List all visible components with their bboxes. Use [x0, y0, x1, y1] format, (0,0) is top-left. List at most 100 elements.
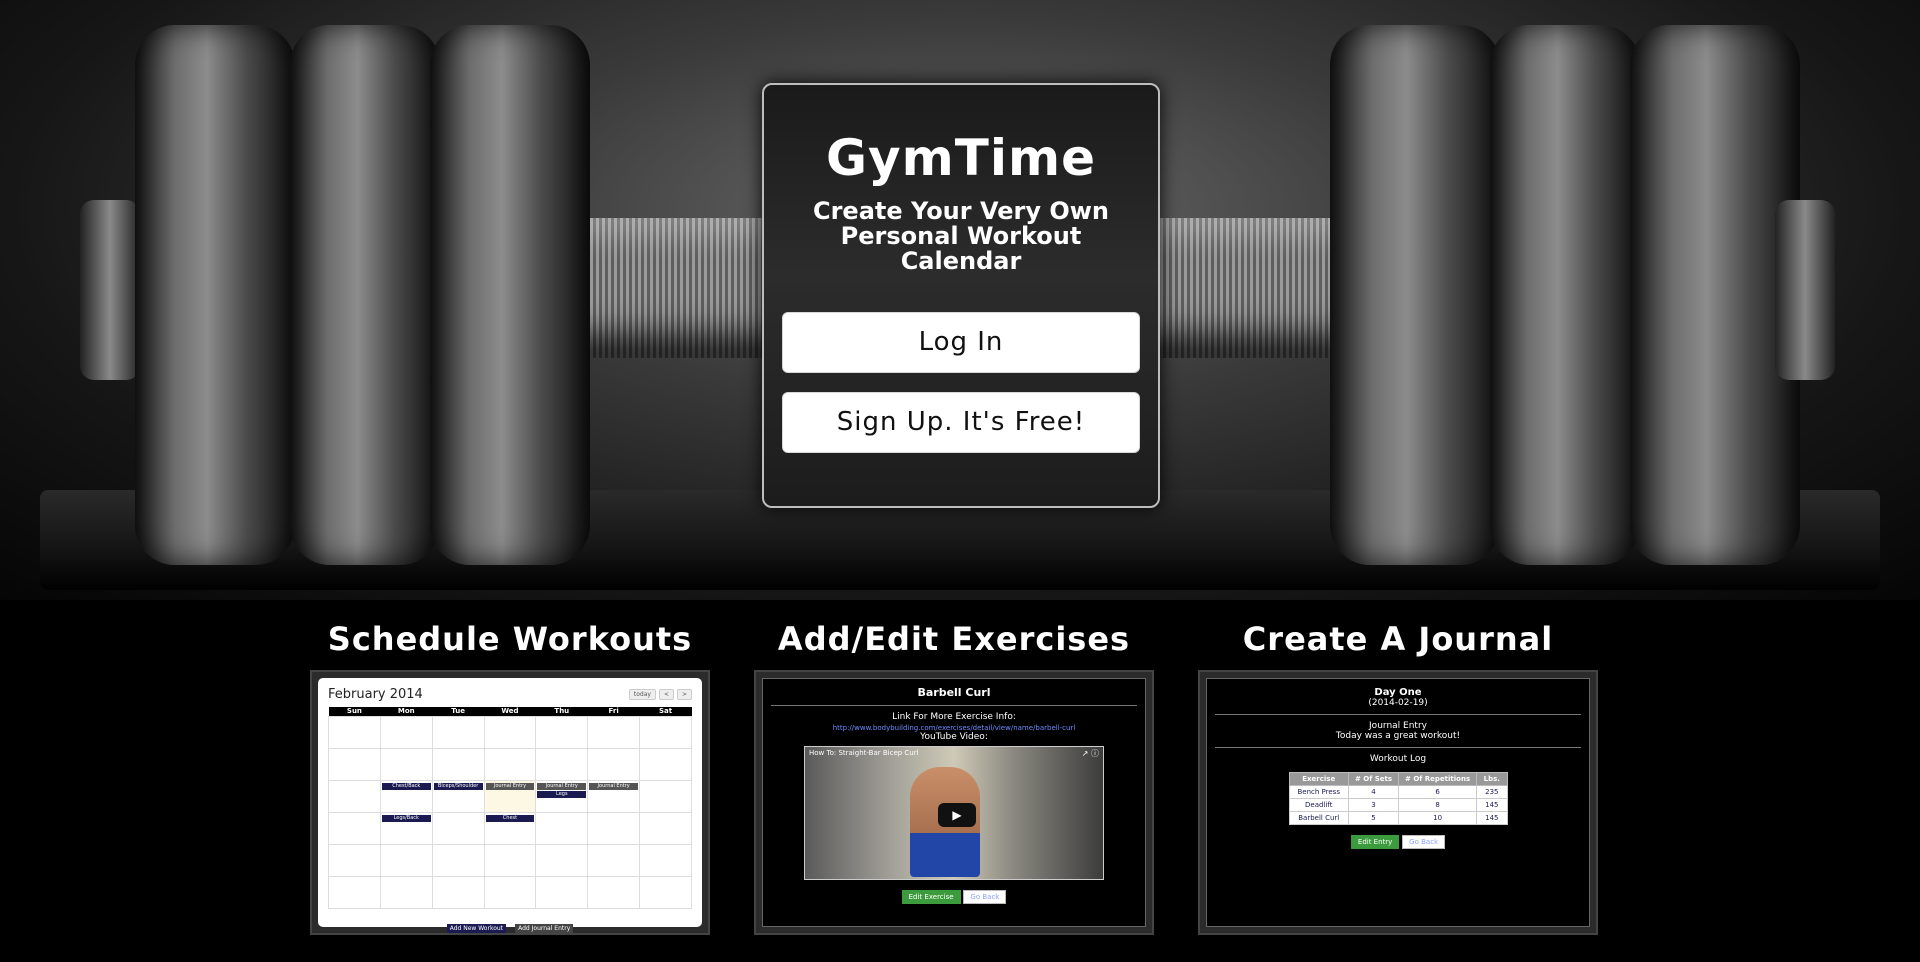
calendar-day: Biceps/Shoulder — [431, 780, 485, 813]
calendar-day: Chest — [483, 812, 537, 845]
weekday-header: Fri — [587, 707, 640, 717]
calendar-month-title: February 2014 — [328, 686, 423, 702]
calendar-day: Journal Entry Legs — [535, 780, 589, 813]
signup-button[interactable]: Sign Up. It's Free! — [782, 392, 1140, 453]
dumbbell-collar-left — [80, 200, 140, 380]
calendar-day — [483, 844, 537, 877]
video-heading: YouTube Video: — [920, 732, 988, 742]
calendar-day — [328, 780, 381, 813]
calendar-day — [639, 876, 692, 909]
calendar-day — [379, 876, 433, 909]
table-cell: 6 — [1398, 785, 1478, 799]
calendar-day — [535, 844, 589, 877]
app-title: GymTime — [826, 129, 1096, 187]
edit-exercise-button: Edit Exercise — [901, 890, 961, 904]
feature-schedule: Schedule Workouts February 2014 today < … — [310, 615, 710, 935]
calendar-day — [535, 812, 589, 845]
calendar-day — [431, 812, 485, 845]
table-row: Barbell Curl 5 10 145 — [1288, 811, 1508, 825]
feature-heading: Schedule Workouts — [327, 620, 693, 658]
table-row: Bench Press 4 6 235 — [1288, 785, 1508, 799]
table-header: # Of Sets — [1347, 772, 1400, 786]
video-player: How To: Straight-Bar Bicep Curl ↗ ⓘ ▶ — [804, 746, 1104, 880]
weight-plate — [290, 25, 440, 565]
calendar-day: Journal Entry — [587, 780, 641, 813]
calendar-day — [328, 812, 381, 845]
exercise-preview: Barbell Curl Link For More Exercise Info… — [762, 678, 1146, 927]
exercise-link: http://www.bodybuilding.com/exercises/de… — [832, 724, 1076, 732]
table-cell: Bench Press — [1288, 785, 1349, 799]
link-heading: Link For More Exercise Info: — [892, 712, 1016, 722]
calendar-event: Journal Entry — [589, 783, 639, 790]
calendar-day — [431, 844, 485, 877]
table-cell: 145 — [1476, 811, 1508, 825]
calendar-day — [431, 876, 485, 909]
feature-heading: Create A Journal — [1242, 620, 1554, 658]
calendar-day — [328, 748, 381, 781]
table-cell: 145 — [1476, 798, 1508, 812]
calendar-event: Journal Entry — [537, 783, 587, 790]
calendar-day — [535, 716, 589, 749]
calendar-day — [431, 716, 485, 749]
weekday-header: Sun — [328, 707, 381, 717]
calendar-day: Journal Entry — [483, 780, 537, 813]
calendar-day — [639, 812, 692, 845]
video-title: How To: Straight-Bar Bicep Curl — [809, 749, 919, 757]
table-cell: 4 — [1347, 785, 1400, 799]
calendar-today-button: today — [628, 688, 656, 700]
calendar-day — [483, 716, 537, 749]
calendar-day: Chest/Back — [379, 780, 433, 813]
calendar-event: Journal Entry — [485, 783, 535, 790]
calendar-day — [639, 748, 692, 781]
exercise-screenshot: Barbell Curl Link For More Exercise Info… — [754, 670, 1154, 935]
play-icon: ▶ — [938, 803, 976, 827]
weekday-header: Tue — [432, 707, 485, 717]
calendar-day — [328, 876, 381, 909]
calendar-day — [483, 876, 537, 909]
go-back-button: Go Back — [1402, 835, 1446, 849]
feature-exercises: Add/Edit Exercises Barbell Curl Link For… — [754, 615, 1154, 935]
add-journal-button: Add Journal Entry — [515, 924, 574, 933]
features-section: Schedule Workouts February 2014 today < … — [310, 615, 1600, 955]
journal-screenshot: Day One (2014-02-19) Journal Entry Today… — [1198, 670, 1598, 935]
weight-plate — [1490, 25, 1640, 565]
exercise-name: Barbell Curl — [917, 686, 991, 699]
journal-date: (2014-02-19) — [1368, 698, 1428, 708]
calendar-day — [328, 844, 381, 877]
table-cell: 8 — [1398, 798, 1478, 812]
table-cell: Deadlift — [1288, 798, 1349, 812]
chevron-left-icon: < — [658, 688, 674, 700]
login-button[interactable]: Log In — [782, 312, 1140, 373]
calendar-day — [535, 876, 589, 909]
edit-entry-button: Edit Entry — [1350, 835, 1400, 849]
calendar-day — [639, 716, 692, 749]
divider — [1215, 714, 1581, 715]
entry-text: Today was a great workout! — [1335, 731, 1461, 741]
calendar-day — [639, 780, 692, 813]
calendar-day — [379, 716, 433, 749]
tagline: Create Your Very Own Personal Workout Ca… — [812, 197, 1109, 275]
calendar-day — [379, 748, 433, 781]
table-row: Deadlift 3 8 145 — [1288, 798, 1508, 812]
table-cell: 3 — [1347, 798, 1400, 812]
table-cell: Barbell Curl — [1288, 811, 1349, 825]
calendar-day — [535, 748, 589, 781]
table-header: # Of Repetitions — [1398, 772, 1478, 786]
weight-plate — [1330, 25, 1500, 565]
workout-log-table: Exercise # Of Sets # Of Repetitions Lbs.… — [1288, 772, 1508, 825]
journal-day-title: Day One — [1374, 687, 1422, 698]
calendar-day — [379, 844, 433, 877]
weekday-header: Sat — [639, 707, 692, 717]
add-workout-button: Add New Workout — [446, 924, 507, 933]
calendar-day — [587, 876, 641, 909]
divider — [1215, 747, 1581, 748]
calendar-day — [639, 844, 692, 877]
table-header: Lbs. — [1476, 772, 1508, 786]
table-cell: 5 — [1347, 811, 1400, 825]
table-cell: 10 — [1398, 811, 1478, 825]
calendar-day — [587, 748, 641, 781]
feature-journal: Create A Journal Day One (2014-02-19) Jo… — [1198, 615, 1598, 935]
calendar-event: Chest — [485, 815, 535, 822]
calendar-event: Biceps/Shoulder — [433, 783, 483, 790]
calendar-day — [328, 716, 381, 749]
